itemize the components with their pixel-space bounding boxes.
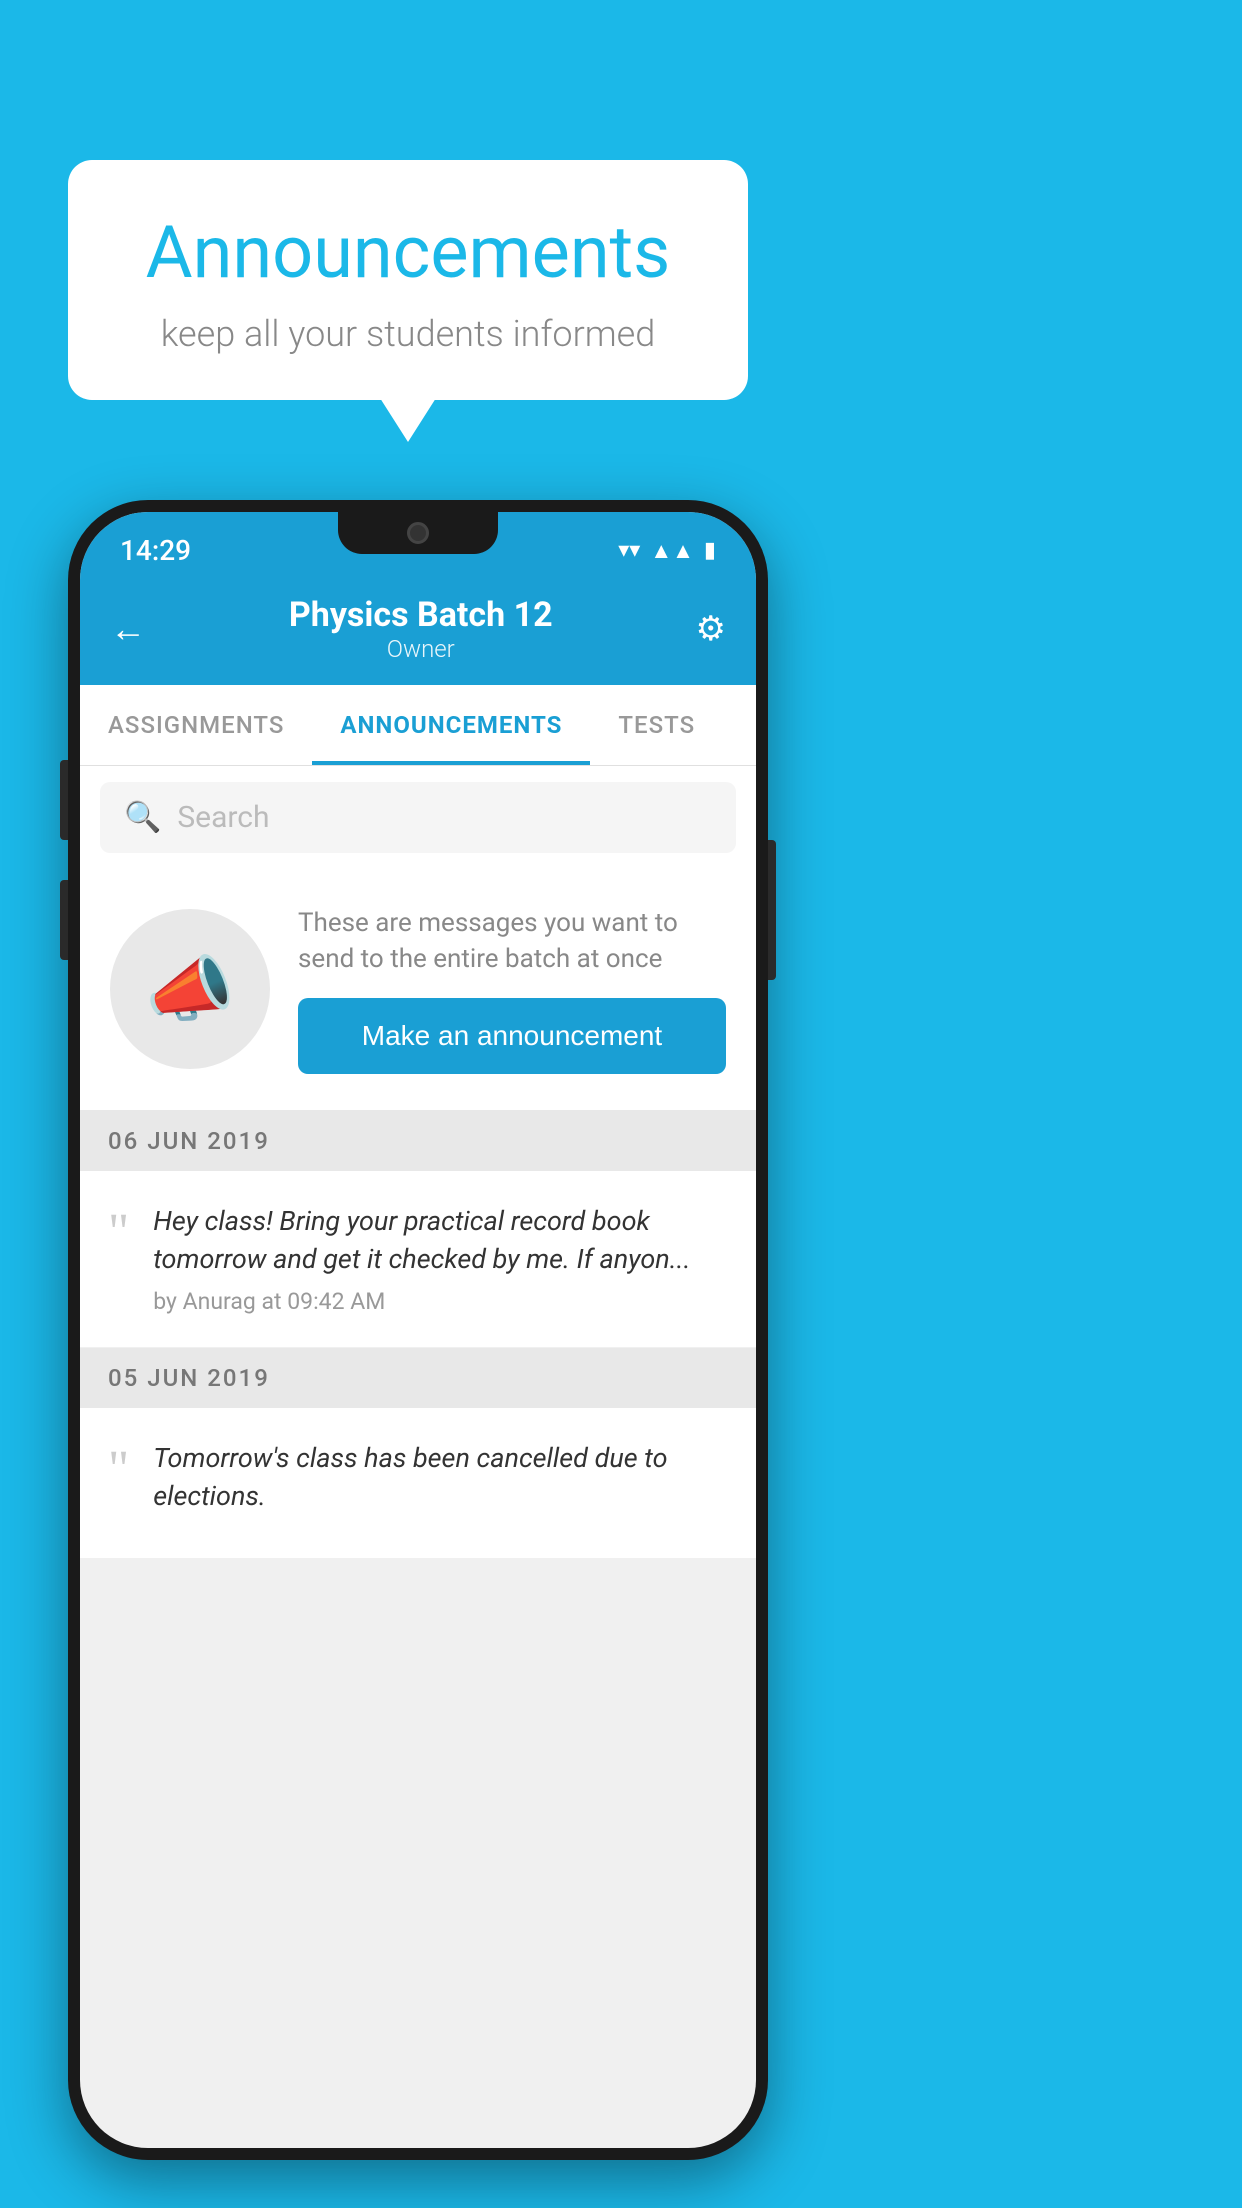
- tab-assignments[interactable]: ASSIGNMENTS: [80, 685, 312, 765]
- quote-icon-2: ": [108, 1444, 129, 1496]
- search-bar[interactable]: 🔍 Search: [100, 782, 736, 853]
- settings-button[interactable]: ⚙: [696, 609, 726, 649]
- announcement-content-2: Tomorrow's class has been cancelled due …: [153, 1440, 728, 1526]
- screen-content: 🔍 Search 📣 These are messages you want t…: [80, 766, 756, 2148]
- app-header: ← Physics Batch 12 Owner ⚙: [80, 577, 756, 685]
- date-header-2: 05 JUN 2019: [80, 1348, 756, 1408]
- status-time: 14:29: [120, 534, 191, 567]
- volume-down-button[interactable]: [60, 880, 68, 960]
- make-announcement-button[interactable]: Make an announcement: [298, 998, 726, 1074]
- bubble-title: Announcements: [128, 210, 688, 295]
- status-icons: ▾▾ ▲▲ ▮: [618, 538, 716, 564]
- announcement-text-1: Hey class! Bring your practical record b…: [153, 1203, 728, 1279]
- phone-outer: 14:29 ▾▾ ▲▲ ▮ ← Physics Batch 12 Owner ⚙…: [68, 500, 768, 2160]
- announcement-text-2: Tomorrow's class has been cancelled due …: [153, 1440, 728, 1516]
- phone-notch: [338, 512, 498, 554]
- quote-icon-1: ": [108, 1207, 129, 1259]
- header-title-wrap: Physics Batch 12 Owner: [146, 595, 696, 663]
- announcement-meta-1: by Anurag at 09:42 AM: [153, 1288, 728, 1315]
- phone-camera: [407, 522, 429, 544]
- bubble-subtitle: keep all your students informed: [128, 313, 688, 355]
- megaphone-icon: 📣: [145, 947, 235, 1032]
- megaphone-circle: 📣: [110, 909, 270, 1069]
- phone-screen: 14:29 ▾▾ ▲▲ ▮ ← Physics Batch 12 Owner ⚙…: [80, 512, 756, 2148]
- batch-title: Physics Batch 12: [146, 595, 696, 635]
- power-button[interactable]: [768, 840, 776, 980]
- search-icon: 🔍: [124, 800, 161, 835]
- search-bar-wrap: 🔍 Search: [80, 766, 756, 869]
- back-button[interactable]: ←: [110, 608, 146, 650]
- prompt-description: These are messages you want to send to t…: [298, 905, 726, 978]
- tab-bar: ASSIGNMENTS ANNOUNCEMENTS TESTS: [80, 685, 756, 766]
- date-header-1: 06 JUN 2019: [80, 1111, 756, 1171]
- announcement-content-1: Hey class! Bring your practical record b…: [153, 1203, 728, 1316]
- speech-bubble-container: Announcements keep all your students inf…: [68, 160, 748, 400]
- search-placeholder: Search: [177, 800, 269, 835]
- wifi-icon: ▾▾: [618, 538, 640, 563]
- tab-tests[interactable]: TESTS: [590, 685, 723, 765]
- announcement-prompt: 📣 These are messages you want to send to…: [80, 869, 756, 1111]
- tab-announcements[interactable]: ANNOUNCEMENTS: [312, 685, 590, 765]
- signal-icon: ▲▲: [650, 538, 694, 564]
- battery-icon: ▮: [704, 538, 716, 563]
- announcement-item-2[interactable]: " Tomorrow's class has been cancelled du…: [80, 1408, 756, 1558]
- phone-container: 14:29 ▾▾ ▲▲ ▮ ← Physics Batch 12 Owner ⚙…: [68, 500, 768, 2160]
- volume-up-button[interactable]: [60, 760, 68, 840]
- user-role: Owner: [146, 635, 696, 663]
- announcement-item-1[interactable]: " Hey class! Bring your practical record…: [80, 1171, 756, 1349]
- speech-bubble: Announcements keep all your students inf…: [68, 160, 748, 400]
- prompt-right: These are messages you want to send to t…: [298, 905, 726, 1074]
